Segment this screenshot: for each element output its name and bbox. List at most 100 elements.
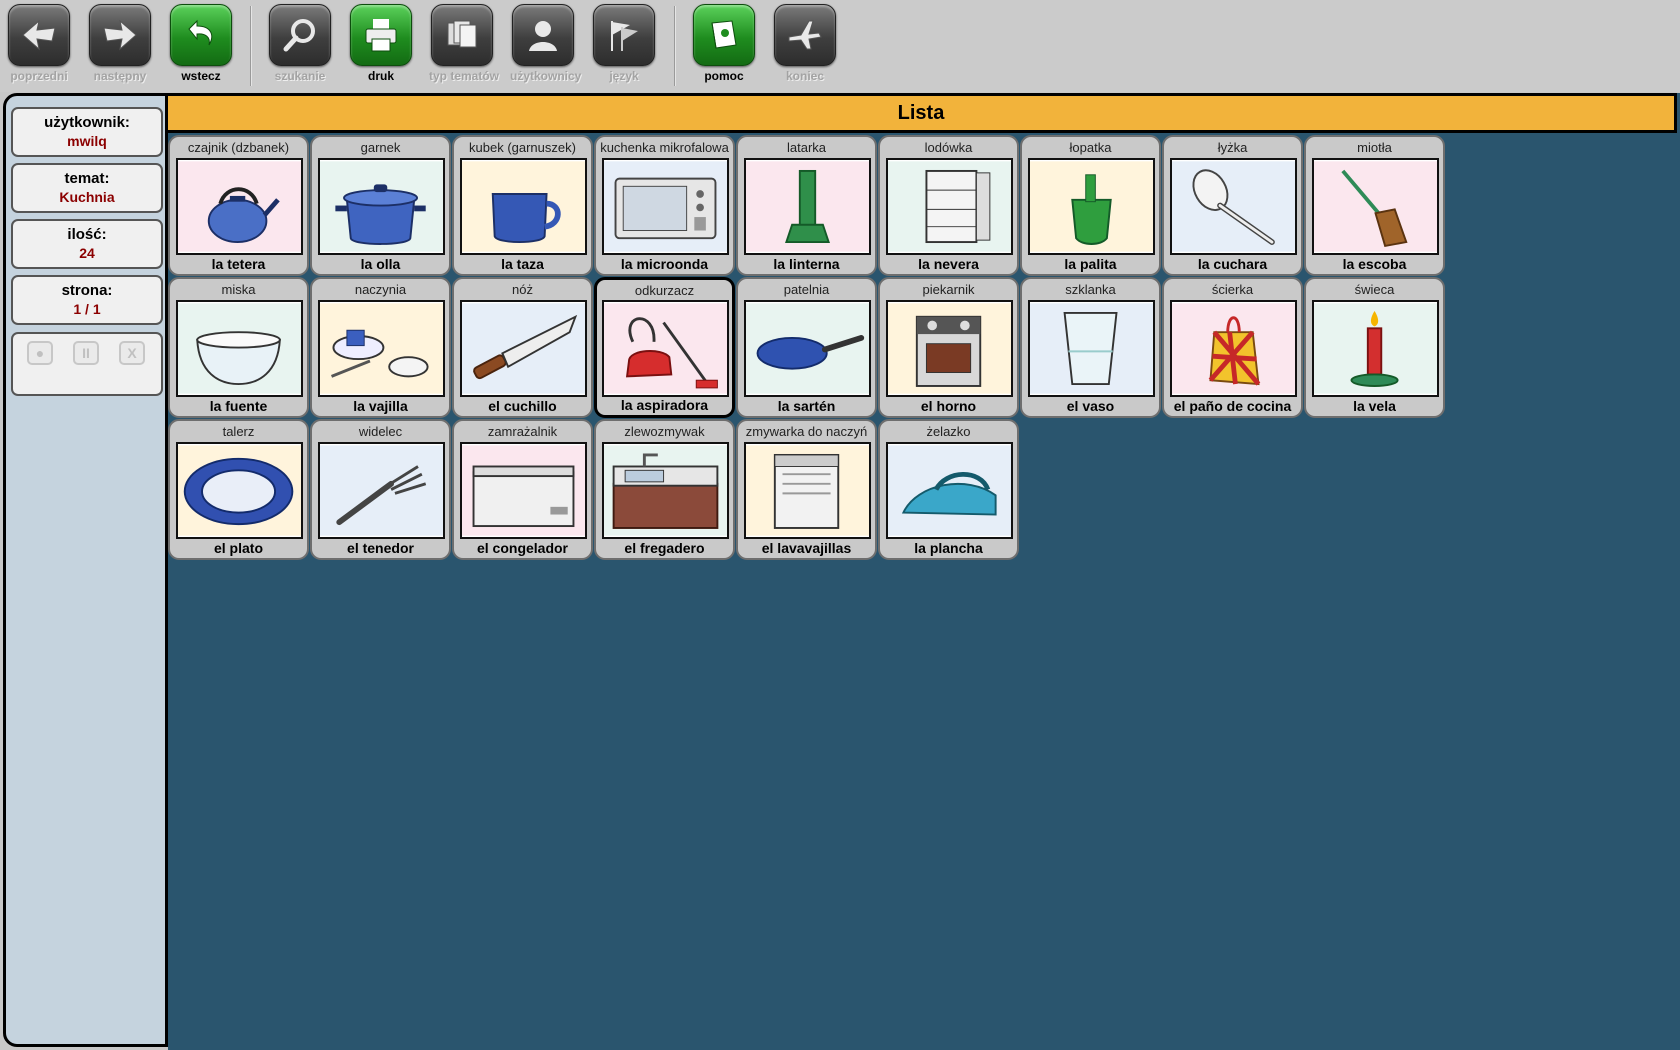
- card-spanish-word: la olla: [360, 256, 401, 272]
- toolbar-button-exit[interactable]: koniec: [772, 4, 838, 90]
- word-card[interactable]: miotła la escoba: [1304, 135, 1445, 276]
- toolbar-button-search[interactable]: szukanie: [267, 4, 333, 90]
- toolbar-separator: [674, 6, 676, 86]
- knife-icon: [460, 300, 587, 397]
- word-card[interactable]: widelec el tenedor: [310, 419, 451, 560]
- card-polish-word: świeca: [1354, 282, 1395, 297]
- toolbar-label: następny: [93, 69, 147, 83]
- toolbar-button-print[interactable]: druk: [348, 4, 414, 90]
- card-polish-word: piekarnik: [922, 282, 975, 297]
- card-polish-word: kuchenka mikrofalowa: [600, 140, 729, 155]
- word-card[interactable]: lodówka la nevera: [878, 135, 1019, 276]
- card-polish-word: miska: [221, 282, 256, 297]
- card-spanish-word: la fuente: [209, 398, 268, 414]
- word-card[interactable]: piekarnik el horno: [878, 277, 1019, 418]
- toolbar-label: język: [609, 69, 639, 83]
- toolbar-button-previous[interactable]: poprzedni: [6, 4, 72, 90]
- word-card[interactable]: latarka la linterna: [736, 135, 877, 276]
- card-polish-word: ścierka: [1211, 282, 1254, 297]
- count-label: ilość:: [67, 226, 107, 243]
- dishwasher-icon: [744, 442, 871, 539]
- page-label: strona:: [61, 282, 113, 299]
- word-card[interactable]: zmywarka do naczyń el lavavajillas: [736, 419, 877, 560]
- card-polish-word: kubek (garnuszek): [469, 140, 576, 155]
- toolbar-button-back[interactable]: wstecz: [168, 4, 234, 90]
- fridge-icon: [886, 158, 1013, 255]
- card-spanish-word: el lavavajillas: [761, 540, 852, 556]
- spoon-icon: [1170, 158, 1297, 255]
- card-polish-word: łyżka: [1217, 140, 1248, 155]
- card-polish-word: naczynia: [354, 282, 407, 297]
- word-card[interactable]: zamrażalnik el congelador: [452, 419, 593, 560]
- word-card[interactable]: talerz el plato: [168, 419, 309, 560]
- stop-icon[interactable]: X: [119, 341, 145, 365]
- toolbar-button-next[interactable]: następny: [87, 4, 153, 90]
- toolbar-button-help[interactable]: pomoc: [691, 4, 757, 90]
- oven-icon: [886, 300, 1013, 397]
- topic-value: Kuchnia: [59, 189, 115, 205]
- microwave-icon: [602, 158, 729, 255]
- word-card[interactable]: świeca la vela: [1304, 277, 1445, 418]
- toolbar-label: koniec: [785, 69, 824, 83]
- word-card[interactable]: garnek la olla: [310, 135, 451, 276]
- card-spanish-word: la plancha: [914, 540, 983, 556]
- word-card[interactable]: nóż el cuchillo: [452, 277, 593, 418]
- dustpan-icon: [1028, 158, 1155, 255]
- arrow-right-icon: [89, 4, 151, 66]
- word-card[interactable]: żelazko la plancha: [878, 419, 1019, 560]
- page-value: 1 / 1: [73, 301, 101, 317]
- word-card[interactable]: miska la fuente: [168, 277, 309, 418]
- word-card[interactable]: łopatka la palita: [1020, 135, 1161, 276]
- pot-icon: [318, 158, 445, 255]
- magnifier-icon: [269, 4, 331, 66]
- page-title: Lista: [897, 102, 945, 124]
- word-card[interactable]: czajnik (dzbanek) la tetera: [168, 135, 309, 276]
- card-spanish-word: la escoba: [1342, 256, 1407, 272]
- plate-icon: [176, 442, 303, 539]
- card-spanish-word: la cuchara: [1197, 256, 1268, 272]
- toolbar-button-language[interactable]: język: [591, 4, 657, 90]
- mug-icon: [460, 158, 587, 255]
- print-icon: [350, 4, 412, 66]
- toolbar-button-topic-type[interactable]: typ tematów: [429, 4, 499, 90]
- pause-icon[interactable]: II: [73, 341, 99, 365]
- count-info-box: ilość: 24: [11, 219, 163, 269]
- card-spanish-word: el congelador: [476, 540, 569, 556]
- record-icon[interactable]: ●: [27, 341, 53, 365]
- user-value: mwilq: [67, 133, 107, 149]
- bowl-icon: [176, 300, 303, 397]
- playback-controls: ● II X: [11, 332, 163, 396]
- arrow-left-icon: [8, 4, 70, 66]
- card-spanish-word: el vaso: [1066, 398, 1115, 414]
- word-card[interactable]: odkurzacz la aspiradora: [594, 277, 735, 418]
- toolbar-label: druk: [367, 69, 394, 83]
- word-card[interactable]: łyżka la cuchara: [1162, 135, 1303, 276]
- pan-icon: [744, 300, 871, 397]
- user-icon: [512, 4, 574, 66]
- word-card[interactable]: kuchenka mikrofalowa la microonda: [594, 135, 735, 276]
- card-polish-word: czajnik (dzbanek): [187, 140, 290, 155]
- card-polish-word: żelazko: [926, 424, 971, 439]
- card-polish-word: lodówka: [924, 140, 973, 155]
- toolbar-label: pomoc: [704, 69, 744, 83]
- card-spanish-word: la microonda: [620, 256, 709, 272]
- word-card[interactable]: zlewozmywak el fregadero: [594, 419, 735, 560]
- broom-icon: [1312, 158, 1439, 255]
- card-spanish-word: el fregadero: [624, 540, 705, 556]
- card-spanish-word: el plato: [213, 540, 263, 556]
- card-polish-word: zmywarka do naczyń: [745, 424, 868, 439]
- sidebar: użytkownik: mwilq temat: Kuchnia ilość: …: [3, 93, 168, 1047]
- iron-icon: [886, 442, 1013, 539]
- fork-icon: [318, 442, 445, 539]
- word-card[interactable]: ścierka el paño de cocina: [1162, 277, 1303, 418]
- word-card[interactable]: patelnia la sartén: [736, 277, 877, 418]
- card-polish-word: zlewozmywak: [624, 424, 705, 439]
- card-spanish-word: la sartén: [777, 398, 836, 414]
- word-card[interactable]: naczynia la vajilla: [310, 277, 451, 418]
- toolbar-button-users[interactable]: użytkownicy: [510, 4, 581, 90]
- word-card[interactable]: kubek (garnuszek) la taza: [452, 135, 593, 276]
- topic-info-box: temat: Kuchnia: [11, 163, 163, 213]
- card-polish-word: zamrażalnik: [487, 424, 558, 439]
- word-card[interactable]: szklanka el vaso: [1020, 277, 1161, 418]
- card-spanish-word: la palita: [1064, 256, 1117, 272]
